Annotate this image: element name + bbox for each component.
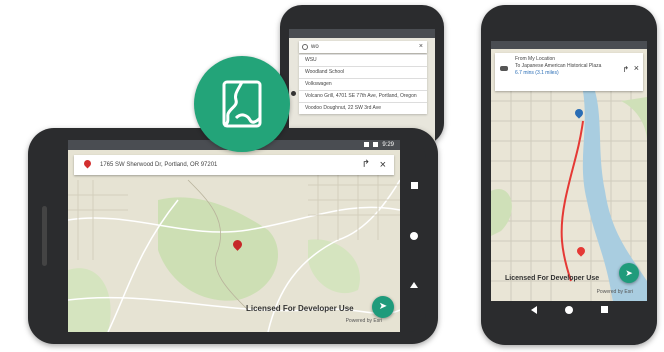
directions-icon[interactable]: ↱ [622,66,629,74]
navigation-fab-button[interactable]: ➤ [372,296,394,318]
list-item[interactable]: Volkswagen [299,78,427,90]
nav-bar [402,140,426,332]
status-time: 9:29 [382,142,394,148]
search-bar[interactable]: wo × [299,41,427,53]
car-icon [500,66,508,71]
location-pin-icon [82,158,93,169]
home-button[interactable] [410,232,418,240]
navigation-icon: ➤ [625,268,633,278]
map-outline-icon [222,80,262,128]
list-item[interactable]: WSU [299,54,427,66]
recents-button[interactable] [411,182,418,189]
powered-by-label: Powered by Esri [596,289,633,295]
list-item[interactable]: Voodoo Doughnut, 22 SW 3rd Ave [299,102,427,114]
status-bar [491,41,647,49]
close-icon[interactable]: × [634,64,639,73]
powered-by-label: Powered by Esri [345,318,382,324]
battery-icon [372,141,378,147]
right-phone-screen: From My Location To Japanese American Hi… [491,41,647,319]
back-button[interactable] [531,306,537,314]
search-query: wo [311,44,319,50]
navigation-fab-button[interactable]: ➤ [619,263,639,283]
directions-icon[interactable]: ↱ [362,155,370,175]
close-icon[interactable]: × [380,155,386,175]
results-list: WSU Woodland School Volkswagen Volcano G… [299,54,427,114]
recents-button[interactable] [601,306,608,313]
home-button[interactable] [565,306,573,314]
status-bar [289,29,435,38]
route-to: To Japanese American Historical Plaza [515,63,602,69]
close-icon[interactable]: × [419,41,423,53]
app-badge [194,56,290,152]
list-item[interactable]: Woodland School [299,66,427,78]
navigation-icon: ➤ [378,301,388,312]
landscape-screen: 9:29 1765 SW Sherwood Dr, Portland, OR 9… [68,140,400,332]
licensed-label: Licensed For Developer Use [505,275,600,282]
search-icon [302,44,308,50]
route-summary: 6.7 mins (3.1 miles) [515,70,559,76]
nav-bar [491,301,647,319]
landscape-phone: 9:29 1765 SW Sherwood Dr, Portland, OR 9… [28,128,438,344]
speaker-grille [42,206,47,266]
route-panel: From My Location To Japanese American Hi… [495,53,643,91]
search-address: 1765 SW Sherwood Dr, Portland, OR 97201 [100,162,218,168]
route-from: From My Location [515,56,556,62]
top-phone: wo × WSU Woodland School Volkswagen Volc… [280,5,444,145]
search-bar[interactable]: 1765 SW Sherwood Dr, Portland, OR 97201 … [74,155,394,175]
back-button[interactable] [410,282,418,288]
wifi-icon [363,141,369,147]
marker-icon [291,91,296,96]
list-item[interactable]: Volcano Grill, 4701 SE 77th Ave, Portlan… [299,90,427,102]
licensed-label: Licensed For Developer Use [246,304,354,313]
right-phone: From My Location To Japanese American Hi… [481,5,657,345]
